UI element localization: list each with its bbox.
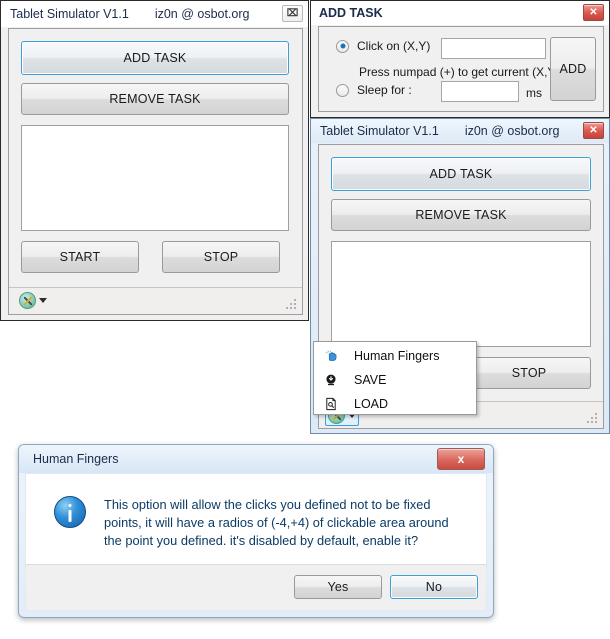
message-box-body: This option will allow the clicks you de… [25, 473, 487, 569]
save-download-icon [320, 373, 342, 387]
start-label: START [59, 250, 101, 264]
task-listbox[interactable] [331, 241, 591, 347]
coordinate-input[interactable] [441, 38, 546, 59]
window-1-title: Tablet Simulator V1.1 [10, 7, 129, 21]
add-task-button[interactable]: ADD TASK [21, 41, 289, 75]
add-task-title: ADD TASK [319, 6, 383, 20]
no-label: No [425, 580, 443, 594]
add-task-label: ADD TASK [429, 167, 493, 181]
message-text: This option will allow the clicks you de… [104, 497, 449, 548]
click-on-radio[interactable] [336, 39, 349, 53]
message-box-title: Human Fingers [33, 452, 119, 466]
add-task-label: ADD TASK [123, 51, 187, 65]
numpad-hint: Press numpad (+) to get current (X,Y) [359, 63, 559, 81]
stop-label: STOP [203, 250, 239, 264]
sleep-for-radio[interactable] [336, 83, 349, 97]
add-button-label: ADD [559, 62, 587, 76]
menu-item-load[interactable]: LOAD [314, 392, 476, 416]
task-listbox[interactable] [21, 125, 289, 231]
window-1-client-area: ADD TASK REMOVE TASK START STOP [8, 28, 303, 315]
close-icon[interactable]: ⌧ [282, 5, 303, 22]
message-box-titlebar[interactable]: Human Fingers x [19, 445, 493, 473]
tools-split-button[interactable] [17, 292, 49, 309]
human-fingers-message-box[interactable]: Human Fingers x This option will allow t… [18, 444, 494, 618]
menu-item-human-fingers[interactable]: Human Fingers [314, 344, 476, 368]
remove-task-button[interactable]: REMOVE TASK [331, 199, 591, 231]
no-button[interactable]: No [390, 575, 478, 599]
close-icon[interactable]: x [437, 448, 485, 470]
ms-unit-label: ms [526, 86, 542, 100]
close-glyph: x [457, 452, 465, 466]
window-2-subtitle: iz0n @ osbot.org [464, 124, 560, 138]
click-on-label: Click on (X,Y) [357, 39, 431, 53]
sleep-row[interactable]: Sleep for : [336, 83, 412, 97]
yes-button[interactable]: Yes [294, 575, 382, 599]
tablet-simulator-window-1[interactable]: Tablet Simulator V1.1 iz0n @ osbot.org ⌧… [0, 0, 309, 321]
add-task-dialog[interactable]: ADD TASK ✕ Click on (X,Y) Press numpad (… [310, 0, 610, 118]
remove-task-label: REMOVE TASK [415, 208, 507, 222]
tools-context-menu[interactable]: Human Fingers SAVE LOAD [313, 341, 477, 415]
add-task-client-area: Click on (X,Y) Press numpad (+) to get c… [318, 26, 604, 112]
window-1-subtitle: iz0n @ osbot.org [154, 7, 250, 21]
hand-pointer-icon [320, 349, 342, 363]
menu-item-label: SAVE [354, 373, 387, 387]
resize-grip-icon[interactable] [587, 413, 599, 425]
resize-grip-icon[interactable] [286, 299, 298, 311]
menu-item-save[interactable]: SAVE [314, 368, 476, 392]
add-task-titlebar[interactable]: ADD TASK ✕ [311, 1, 609, 25]
document-search-icon [320, 397, 342, 411]
close-icon[interactable]: ✕ [583, 122, 604, 139]
click-coordinate-row[interactable]: Click on (X,Y) [336, 39, 430, 53]
numpad-hint-label: Press numpad (+) to get current (X,Y) [359, 65, 560, 79]
menu-item-label: LOAD [354, 397, 389, 411]
stop-label: STOP [511, 366, 547, 380]
remove-task-label: REMOVE TASK [109, 92, 201, 106]
menu-item-label: Human Fingers [354, 349, 440, 363]
close-glyph: ✕ [589, 124, 598, 136]
stop-button[interactable]: STOP [467, 357, 591, 389]
close-glyph: ⌧ [286, 7, 299, 19]
yes-label: Yes [327, 580, 349, 594]
sleep-for-label: Sleep for : [357, 83, 412, 97]
window-1-statusbar [9, 287, 302, 314]
tools-icon [19, 292, 36, 309]
window-1-titlebar[interactable]: Tablet Simulator V1.1 iz0n @ osbot.org ⌧ [1, 1, 308, 27]
chevron-down-icon[interactable] [39, 298, 47, 303]
add-button[interactable]: ADD [550, 37, 596, 101]
start-button[interactable]: START [21, 241, 139, 273]
window-2-titlebar[interactable]: Tablet Simulator V1.1 iz0n @ osbot.org ✕ [311, 119, 609, 143]
info-icon [54, 496, 86, 528]
add-task-button[interactable]: ADD TASK [331, 157, 591, 191]
window-2-title: Tablet Simulator V1.1 [320, 124, 439, 138]
close-glyph: ✕ [589, 6, 598, 18]
remove-task-button[interactable]: REMOVE TASK [21, 83, 289, 115]
message-box-footer: Yes No [25, 564, 487, 611]
close-icon[interactable]: ✕ [583, 4, 604, 21]
stop-button[interactable]: STOP [162, 241, 280, 273]
sleep-input[interactable] [441, 81, 519, 102]
